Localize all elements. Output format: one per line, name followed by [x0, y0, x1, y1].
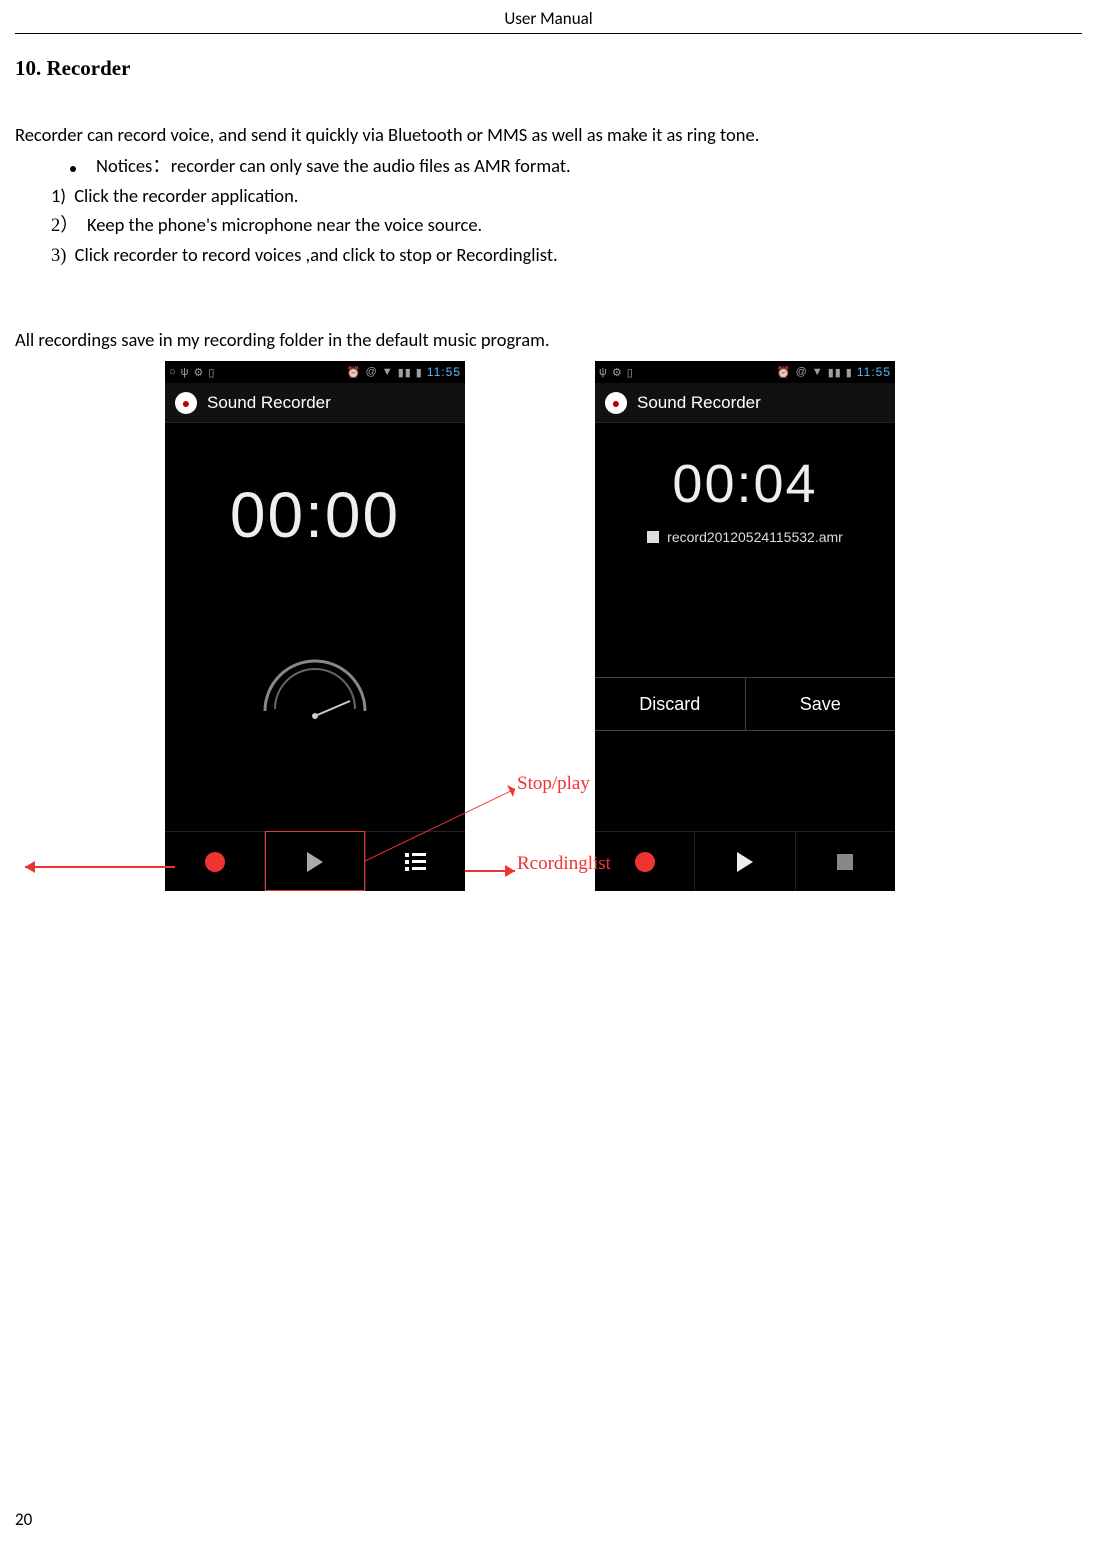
recorder-button-bar [595, 831, 895, 891]
app-title-text: Sound Recorder [637, 393, 761, 413]
recording-filename: record20120524115532.amr [667, 529, 843, 545]
section-name: Recorder [47, 56, 131, 80]
step-2-text: Keep the phone's microphone near the voi… [87, 213, 482, 236]
debug-icon: ⚙ [194, 366, 205, 379]
step-1-number: 1) [51, 184, 66, 207]
save-location-text: All recordings save in my recording fold… [15, 326, 1082, 355]
alarm-icon: ⏰ [777, 366, 792, 379]
discard-save-row: Discard Save [595, 677, 895, 731]
status-bar: ○ ψ ⚙ ▯ ⏰ @ ▼ ▮▮ ▮ 11:55 [165, 361, 465, 383]
stop-button[interactable] [796, 832, 895, 891]
section-title: 10. Recorder [15, 56, 1082, 81]
save-button[interactable]: Save [746, 678, 896, 730]
arrow-to-recordinglist [465, 861, 520, 881]
sd-icon: ▯ [627, 366, 634, 379]
circle-icon: ○ [169, 366, 177, 378]
step-2: 2） Keep the phone's microphone near the … [51, 211, 1082, 241]
notice-text: recorder can only save the audio files a… [171, 154, 571, 177]
vu-meter-icon [255, 661, 375, 721]
arrow-to-record [25, 857, 185, 877]
step-2-number: 2） [51, 216, 79, 236]
alarm-icon: ⏰ [347, 366, 362, 379]
notice-row: Notices：recorder can only save the audio… [70, 152, 1082, 181]
screenshot-recorder-recording: ψ ⚙ ▯ ⏰ @ ▼ ▮▮ ▮ 11:55 ● Sound Recorder … [595, 361, 895, 891]
step-3: 3) Click recorder to record voices ,and … [51, 241, 1082, 271]
signal-icon: ▮▮ [398, 366, 412, 379]
notice-lead: Notices： [96, 154, 171, 177]
battery-icon: ▮ [846, 366, 853, 379]
screenshots-row: ○ ψ ⚙ ▯ ⏰ @ ▼ ▮▮ ▮ 11:55 ● Sound Recorde… [165, 361, 1082, 891]
section-number: 10. [15, 56, 41, 80]
step-1-text: Click the recorder application. [74, 184, 298, 207]
status-time: 11:55 [857, 365, 891, 379]
at-icon: @ [796, 366, 808, 378]
filename-row: record20120524115532.amr [595, 529, 895, 545]
intro-paragraph: Recorder can record voice, and send it q… [15, 121, 1082, 150]
debug-icon: ⚙ [612, 366, 623, 379]
timer-display: 00:00 [165, 478, 465, 552]
step-1: 1) Click the recorder application. [51, 182, 1082, 211]
step-3-number: 3) [51, 246, 66, 266]
timer-display: 00:04 [595, 453, 895, 515]
arrow-to-stopplay [365, 781, 535, 871]
callout-box-play [265, 831, 365, 891]
callout-stopplay: Stop/play [517, 773, 590, 795]
app-title-bar: ● Sound Recorder [165, 383, 465, 423]
bullet-icon [70, 166, 76, 172]
page-number: 20 [15, 1509, 32, 1530]
status-time: 11:55 [427, 365, 461, 379]
at-icon: @ [366, 366, 378, 378]
status-bar: ψ ⚙ ▯ ⏰ @ ▼ ▮▮ ▮ 11:55 [595, 361, 895, 383]
recorder-app-icon: ● [175, 392, 197, 414]
page-header: User Manual [15, 8, 1082, 34]
play-stop-button[interactable] [695, 832, 795, 891]
wifi-icon: ▼ [812, 366, 824, 378]
usb-icon: ψ [599, 366, 608, 378]
stop-indicator-icon [647, 531, 659, 543]
wifi-icon: ▼ [382, 366, 394, 378]
app-title-bar: ● Sound Recorder [595, 383, 895, 423]
app-title-text: Sound Recorder [207, 393, 331, 413]
usb-icon: ψ [181, 366, 190, 378]
sd-icon: ▯ [208, 366, 215, 379]
recorder-app-icon: ● [605, 392, 627, 414]
signal-icon: ▮▮ [828, 366, 842, 379]
callout-recordinglist: Rcordinglist [517, 853, 611, 875]
battery-icon: ▮ [416, 366, 423, 379]
discard-button[interactable]: Discard [595, 678, 746, 730]
step-3-text: Click recorder to record voices ,and cli… [75, 243, 558, 266]
